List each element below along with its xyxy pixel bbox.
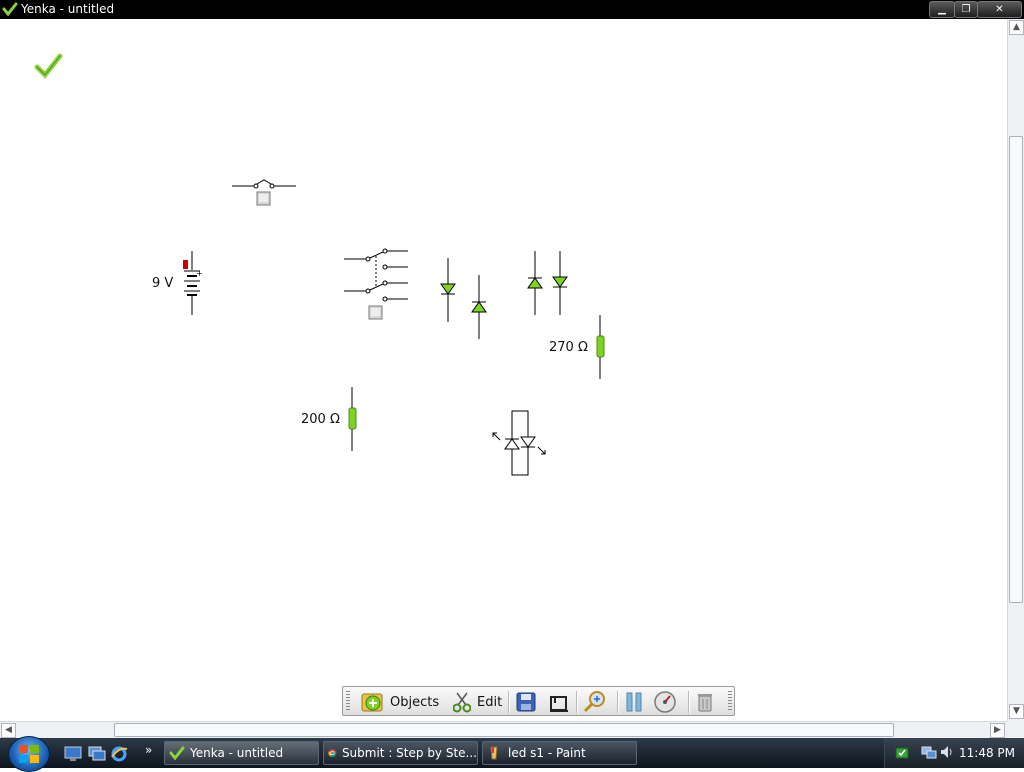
circuit-canvas[interactable]: + 9 V 270 Ω 200 Ω <box>0 19 1007 721</box>
led-c[interactable] <box>527 251 543 315</box>
resistor-200-label: 200 Ω <box>301 412 340 427</box>
circuit-drawing: + <box>34 53 605 476</box>
volume-icon[interactable] <box>939 744 955 760</box>
paint-icon <box>490 746 498 760</box>
pause-icon <box>626 692 642 712</box>
start-button[interactable] <box>8 736 50 772</box>
network-icon[interactable] <box>921 744 937 760</box>
scroll-down-button[interactable]: ▼ <box>1009 704 1024 719</box>
switch-windows-icon <box>88 746 106 761</box>
vertical-scrollbar[interactable]: ▲ ▼ <box>1007 19 1024 721</box>
vertical-scroll-thumb[interactable] <box>1009 136 1023 603</box>
yenka-app-icon <box>2 2 18 17</box>
window-titlebar: Yenka - untitled ▁ ❐ ✕ <box>0 0 1024 19</box>
toolbar-separator <box>617 691 619 713</box>
save-as-icon <box>550 696 568 712</box>
toolbar-grip[interactable] <box>346 691 350 711</box>
scrollbar-corner <box>1007 721 1024 738</box>
quicklaunch-internet-explorer[interactable] <box>110 745 128 767</box>
led-a[interactable] <box>440 258 456 322</box>
push-switch[interactable] <box>232 179 296 206</box>
restore-button[interactable]: ❐ <box>954 1 978 18</box>
quicklaunch-more[interactable]: » <box>145 743 152 757</box>
scroll-up-button[interactable]: ▲ <box>1009 20 1024 35</box>
windows-taskbar: » Yenka - untitled Submit : Step by Ste.… <box>0 736 1024 772</box>
objects-label: Objects <box>390 694 440 710</box>
scissors-icon <box>453 692 471 713</box>
resistor-270[interactable] <box>596 315 605 379</box>
yenka-logo-icon <box>34 53 63 79</box>
edit-button[interactable]: Edit <box>453 690 502 714</box>
taskbar-item-label: Yenka - untitled <box>190 746 284 760</box>
resistor-270-label: 270 Ω <box>549 340 588 355</box>
speed-gauge-icon <box>654 691 676 713</box>
windows-logo-icon <box>19 745 39 763</box>
quicklaunch-switch-windows[interactable] <box>88 746 106 766</box>
clock[interactable]: 11:48 PM <box>959 746 1015 760</box>
toolbar-separator <box>508 691 510 713</box>
zoom-icon <box>583 691 605 713</box>
window-title: Yenka - untitled <box>21 2 115 16</box>
led-d[interactable] <box>552 251 568 315</box>
internet-explorer-icon <box>111 746 128 762</box>
scroll-left-button[interactable]: ◀ <box>1 723 16 738</box>
trash-icon <box>698 694 712 712</box>
toolbar-separator <box>576 691 578 713</box>
delete-button[interactable] <box>695 690 715 714</box>
save-button[interactable] <box>515 690 537 714</box>
svg-text:+: + <box>196 269 203 278</box>
taskbar-item-label: Submit : Step by Ste... <box>341 746 477 760</box>
led-b[interactable] <box>471 275 487 339</box>
horizontal-scrollbar[interactable]: ◀ ▶ <box>0 721 1007 739</box>
horizontal-scroll-thumb[interactable] <box>114 723 894 737</box>
close-button[interactable]: ✕ <box>977 1 1022 18</box>
objects-button[interactable]: Objects <box>361 690 439 714</box>
chrome-icon <box>328 749 337 758</box>
speed-button[interactable] <box>653 690 677 714</box>
yenka-icon <box>169 746 185 760</box>
pause-button[interactable] <box>624 690 644 714</box>
taskbar-item-paint[interactable]: led s1 - Paint <box>482 741 637 765</box>
toolbar-separator <box>688 691 690 713</box>
yenka-toolbar: Objects Edit <box>342 686 735 716</box>
resistor-200[interactable] <box>348 387 357 451</box>
bicolor-led[interactable] <box>492 410 546 476</box>
taskbar-item-chrome[interactable]: Submit : Step by Ste... <box>323 741 478 765</box>
zoom-button[interactable] <box>583 690 607 714</box>
desktop-icon <box>64 746 82 761</box>
edit-label: Edit <box>477 694 503 710</box>
battery-voltage-label: 9 V <box>152 276 174 291</box>
minimize-button[interactable]: ▁ <box>929 1 955 18</box>
taskbar-item-yenka[interactable]: Yenka - untitled <box>164 741 319 765</box>
battery[interactable]: + <box>183 251 203 315</box>
taskbar-item-label: led s1 - Paint <box>508 746 586 760</box>
safe-removal-icon[interactable] <box>894 744 910 760</box>
save-icon <box>516 692 536 712</box>
save-as-button[interactable] <box>548 690 570 714</box>
scroll-right-button[interactable]: ▶ <box>990 723 1005 738</box>
quicklaunch-show-desktop[interactable] <box>64 746 82 766</box>
toolbar-grip[interactable] <box>728 691 732 711</box>
objects-icon <box>361 693 383 712</box>
double-pole-switch[interactable] <box>344 248 408 320</box>
